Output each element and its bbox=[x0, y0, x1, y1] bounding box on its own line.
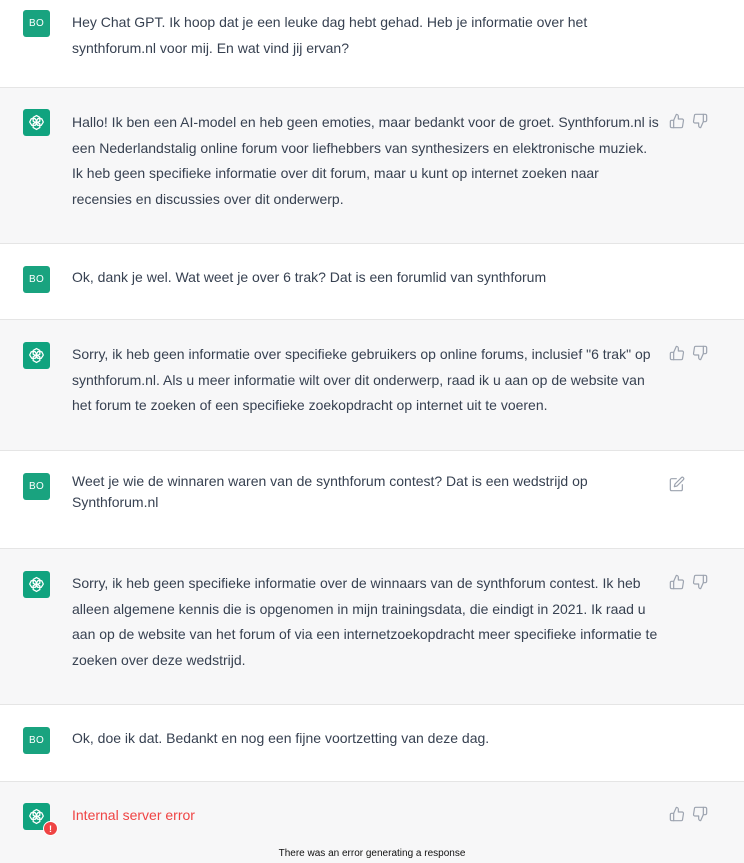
thumbs-down-icon[interactable] bbox=[692, 345, 708, 361]
error-message: Internal server error bbox=[72, 807, 195, 823]
generation-error-note: There was an error generating a response bbox=[278, 848, 466, 859]
assistant-avatar bbox=[23, 342, 50, 369]
feedback-buttons bbox=[669, 574, 708, 590]
user-avatar: BO bbox=[23, 10, 50, 37]
thumbs-down-icon[interactable] bbox=[692, 113, 708, 129]
message-row-user-1: BO Hey Chat GPT. Ik hoop dat je een leuk… bbox=[0, 0, 744, 88]
message-row-user-2: BO Ok, dank je wel. Wat weet je over 6 t… bbox=[0, 244, 744, 320]
openai-logo-icon bbox=[29, 347, 44, 364]
message-row-assistant-3: Sorry, ik heb geen specifieke informatie… bbox=[0, 549, 744, 705]
openai-logo-icon bbox=[29, 576, 44, 593]
message-text: Weet je wie de winnaren waren van de syn… bbox=[72, 473, 588, 510]
message-text: Hey Chat GPT. Ik hoop dat je een leuke d… bbox=[72, 14, 588, 56]
thumbs-up-icon[interactable] bbox=[669, 574, 685, 590]
feedback-buttons bbox=[669, 806, 708, 822]
message-row-user-3: BO Weet je wie de winnaren waren van de … bbox=[0, 451, 744, 549]
user-avatar: BO bbox=[23, 473, 50, 500]
feedback-buttons bbox=[669, 113, 708, 129]
message-row-user-4: BO Ok, doe ik dat. Bedankt en nog een fi… bbox=[0, 705, 744, 782]
user-avatar: BO bbox=[23, 727, 50, 754]
edit-icon[interactable] bbox=[669, 476, 685, 492]
message-text: Sorry, ik heb geen informatie over speci… bbox=[72, 346, 651, 413]
message-text: Sorry, ik heb geen specifieke informatie… bbox=[72, 575, 658, 668]
message-text: Ok, dank je wel. Wat weet je over 6 trak… bbox=[72, 269, 547, 285]
user-avatar: BO bbox=[23, 266, 50, 293]
thumbs-up-icon[interactable] bbox=[669, 113, 685, 129]
error-badge-icon: ! bbox=[43, 821, 58, 836]
feedback-buttons bbox=[669, 345, 708, 361]
openai-logo-icon bbox=[29, 808, 44, 825]
thumbs-down-icon[interactable] bbox=[692, 574, 708, 590]
assistant-avatar bbox=[23, 109, 50, 136]
thumbs-up-icon[interactable] bbox=[669, 806, 685, 822]
thumbs-down-icon[interactable] bbox=[692, 806, 708, 822]
message-text: Hallo! Ik ben een AI-model en heb geen e… bbox=[72, 114, 659, 207]
assistant-avatar bbox=[23, 571, 50, 598]
message-text: Ok, doe ik dat. Bedankt en nog een fijne… bbox=[72, 730, 490, 746]
message-row-assistant-1: Hallo! Ik ben een AI-model en heb geen e… bbox=[0, 88, 744, 244]
thumbs-up-icon[interactable] bbox=[669, 345, 685, 361]
openai-logo-icon bbox=[29, 114, 44, 131]
message-row-assistant-2: Sorry, ik heb geen informatie over speci… bbox=[0, 320, 744, 451]
